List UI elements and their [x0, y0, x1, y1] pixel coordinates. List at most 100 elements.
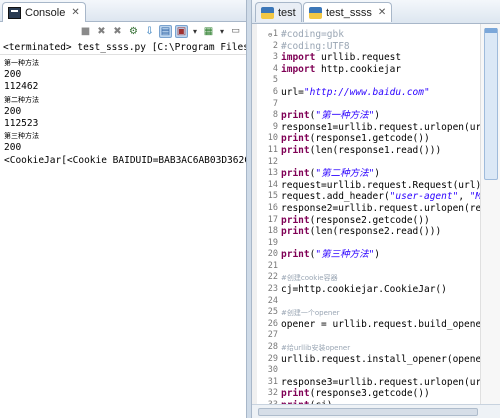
horizontal-scroll-thumb[interactable]: [258, 408, 478, 416]
code-line: 2 #coding:UTF8: [252, 41, 480, 53]
console-line: 200: [4, 105, 22, 117]
code-text: import http.cookiejar: [281, 64, 401, 76]
scroll-lock-button[interactable]: ⇩: [143, 25, 156, 38]
code-line: 14 request=urllib.request.Request(url): [252, 179, 481, 192]
tab-test-label: test: [278, 6, 296, 19]
code-line: 26opener = urllib.request.build_opener(u…: [252, 319, 500, 331]
code-text: print("第三种方法"): [281, 249, 380, 261]
console-line: 第二种方法: [4, 95, 39, 104]
horizontal-scrollbar[interactable]: [252, 404, 500, 418]
close-icon[interactable]: ✕: [71, 7, 79, 18]
line-number: 24: [267, 295, 278, 306]
tab-console-label: Console: [25, 6, 66, 19]
terminate-button[interactable]: ■: [79, 25, 92, 38]
line-number: 18: [267, 226, 278, 237]
fold-toggle-icon[interactable]: ⊖: [268, 31, 272, 39]
code-line: 15request.add_header("user-agent", "Mozi…: [252, 191, 500, 203]
clear-console-button[interactable]: ⚙: [127, 25, 140, 38]
code-text: response2=urllib.request.urlopen(request…: [281, 203, 500, 215]
code-line: 11 print(len(response1.read())): [252, 145, 480, 157]
remove-all-terminated-button[interactable]: ✖: [111, 25, 124, 38]
code-token: print: [281, 388, 310, 400]
console-status-line: <terminated> test_ssss.py [C:\Program Fi…: [0, 41, 246, 55]
line-number: 16: [267, 202, 278, 213]
code-line: 30: [252, 365, 480, 377]
code-token: ,: [458, 191, 470, 203]
console-line: 200: [4, 142, 22, 154]
code-text: print(response1.getcode()): [281, 133, 430, 145]
line-number: 6: [272, 86, 278, 97]
open-console-dropdown-button[interactable]: ▾: [218, 25, 226, 38]
code-line: 6 url="http://www.baidu.com": [252, 87, 480, 99]
display-selected-console-button[interactable]: ▣: [175, 25, 188, 38]
code-line: 25 #创建一个opener: [252, 307, 480, 319]
code-editor[interactable]: 1 ⊖ #coding=gbk 2 #coding:UTF8 3 import urllib…: [252, 24, 500, 418]
code-token: #创建一个opener: [281, 309, 340, 318]
code-line: 23 cj=http.cookiejar.CookieJar(): [252, 284, 480, 296]
code-token: (response3.getcode()): [309, 388, 430, 400]
code-token: request=urllib.request.Request(url): [281, 179, 482, 191]
code-line: 16 response2=urllib.request.urlopen(reque…: [252, 202, 500, 215]
line-number: 25: [267, 307, 278, 318]
vertical-scroll-thumb[interactable]: [484, 28, 498, 180]
line-number: 31: [267, 376, 278, 387]
code-token: ): [374, 249, 381, 261]
code-line: 4 import http.cookiejar: [252, 64, 480, 76]
python-file-icon: [261, 6, 274, 19]
code-token: (response1.getcode()): [309, 133, 430, 145]
code-token: "user-agent": [389, 191, 459, 203]
code-token: urllib.request.install_opener(opener): [281, 353, 493, 365]
code-token: (len(response2.read())): [309, 226, 442, 238]
tab-test-ssss[interactable]: test_ssss ✕: [303, 2, 393, 22]
code-text: request.add_header("user-agent", "Mozill…: [281, 191, 500, 203]
code-lines: 1 ⊖ #coding=gbk 2 #coding:UTF8 3 import urllib…: [252, 29, 500, 418]
editor-tabbar: test test_ssss ✕: [252, 0, 500, 24]
code-token: ): [374, 168, 381, 180]
code-line: 12: [252, 157, 480, 169]
code-line: 28 #给urllib安装opener: [252, 342, 480, 354]
code-line: 18 print(len(response2.read())): [252, 226, 480, 238]
code-line: 7: [252, 99, 480, 111]
code-line: 8 print("第一种方法"): [252, 110, 480, 122]
line-number: 23: [267, 284, 278, 295]
close-icon[interactable]: ✕: [378, 7, 386, 18]
code-token: "第一种方法": [315, 110, 375, 122]
code-token: print: [281, 249, 310, 261]
console-line: 200: [4, 69, 22, 81]
line-number: 1: [272, 29, 278, 39]
tab-console[interactable]: Console ✕: [2, 2, 86, 22]
open-console-button[interactable]: ▦: [202, 25, 215, 38]
minimize-button[interactable]: ▭: [229, 25, 242, 38]
display-dropdown-button[interactable]: ▾: [191, 25, 199, 38]
console-tabbar: Console ✕: [0, 0, 246, 22]
code-token: ): [374, 110, 381, 122]
code-text: urllib.request.install_opener(opener): [281, 354, 493, 366]
console-line: 第三种方法: [4, 132, 39, 141]
code-text: #coding:UTF8: [281, 41, 350, 53]
code-token: import: [281, 52, 316, 64]
code-text: print(len(response2.read())): [281, 226, 441, 238]
code-text: opener = urllib.request.build_opener(url…: [281, 319, 500, 331]
pin-console-button[interactable]: ▤: [159, 25, 172, 38]
code-text: request=urllib.request.Request(url): [281, 180, 481, 192]
line-number: 12: [267, 156, 278, 167]
code-token: response1=urllib.request.urlopen(url): [281, 121, 493, 133]
tab-test[interactable]: test: [255, 2, 302, 22]
python-file-icon: [309, 6, 322, 19]
line-number: 29: [267, 353, 278, 364]
console-line: 第一种方法: [4, 59, 39, 67]
vertical-scrollbar[interactable]: [480, 24, 500, 418]
line-number: 3: [272, 52, 278, 63]
remove-launch-button[interactable]: ✖: [95, 25, 108, 38]
code-token: import: [281, 63, 316, 75]
line-number: 22: [267, 272, 278, 283]
line-number: 14: [267, 179, 278, 190]
code-text: import urllib.request: [281, 52, 401, 64]
code-line: 31 response3=urllib.request.urlopen(url): [252, 376, 493, 389]
code-text: print(response2.getcode()): [281, 215, 430, 227]
console-output[interactable]: 第一种方法 200 112462 第二种方法 200 112523 第三种方法 200 <Coo…: [0, 55, 246, 167]
code-token: #给urllib安装opener: [281, 344, 351, 353]
code-token: urllib.request: [315, 52, 402, 64]
line-number: 8: [272, 110, 278, 121]
code-text: response1=urllib.request.urlopen(url): [281, 122, 493, 134]
